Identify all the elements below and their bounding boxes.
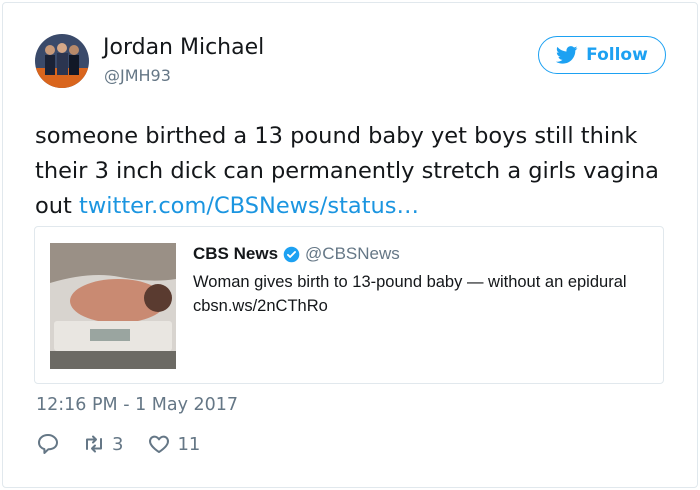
- user-handle[interactable]: @JMH93: [104, 66, 171, 85]
- quoted-tweet-image: [50, 243, 176, 369]
- like-count: 11: [177, 433, 201, 455]
- quoted-tweet[interactable]: CBS News @CBSNews Woman gives birth to 1…: [34, 226, 664, 384]
- tweet-actions: 3 11: [36, 432, 200, 456]
- verified-badge-icon: [283, 246, 300, 262]
- user-name[interactable]: Jordan Michael: [103, 35, 264, 60]
- quoted-tweet-header: CBS News @CBSNews: [193, 244, 400, 264]
- tweet-timestamp[interactable]: 12:16 PM - 1 May 2017: [36, 395, 238, 415]
- quoted-user-name[interactable]: CBS News: [193, 244, 278, 264]
- twitter-bird-icon: [556, 46, 578, 64]
- quoted-tweet-text: Woman gives birth to 13-pound baby — wit…: [193, 273, 627, 315]
- tweet-text: someone birthed a 13 pound baby yet boys…: [35, 119, 675, 224]
- heart-icon: [149, 435, 170, 453]
- tweet-card: Jordan Michael @JMH93 Follow someone bir…: [2, 2, 698, 488]
- follow-button[interactable]: Follow: [538, 36, 666, 74]
- avatar[interactable]: [35, 34, 89, 88]
- like-button[interactable]: 11: [147, 432, 200, 456]
- reply-button[interactable]: [36, 432, 60, 456]
- reply-icon: [38, 434, 58, 454]
- retweet-count: 3: [112, 433, 124, 455]
- quoted-user-handle[interactable]: @CBSNews: [305, 244, 400, 264]
- retweet-icon: [86, 435, 102, 453]
- follow-label: Follow: [586, 45, 648, 65]
- tweet-link[interactable]: twitter.com/CBSNews/status…: [79, 193, 419, 219]
- retweet-button[interactable]: 3: [82, 432, 123, 456]
